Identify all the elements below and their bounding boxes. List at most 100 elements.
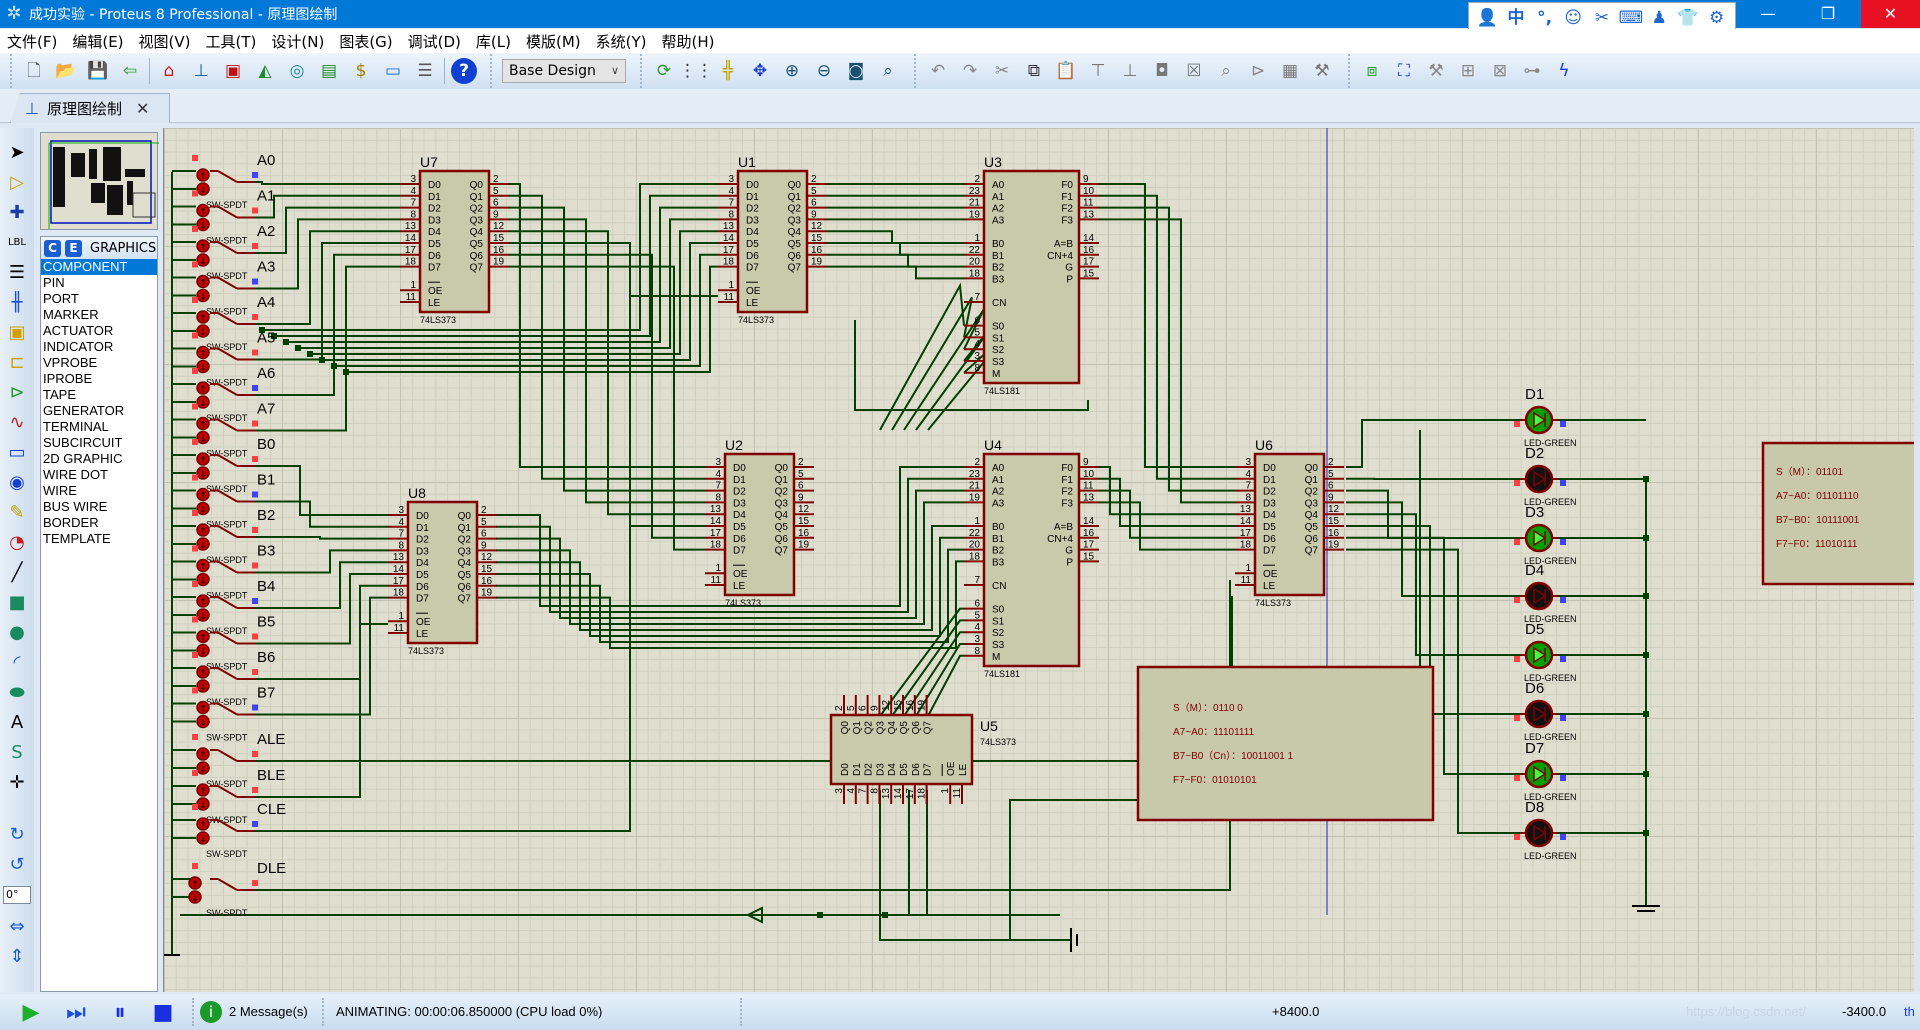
panel-item-terminal[interactable]: TERMINAL [41, 419, 157, 435]
switch-lever[interactable] [217, 878, 238, 891]
source-code-icon[interactable]: ▭ [380, 58, 406, 84]
probe-icon[interactable]: ✎ [4, 500, 30, 526]
zoom-all-icon[interactable]: ◙ [843, 58, 869, 84]
wire[interactable] [255, 230, 400, 325]
pause-icon[interactable]: ⏸ [107, 1000, 133, 1026]
wire[interactable] [298, 218, 718, 349]
zoom-in-icon[interactable]: ⊕ [779, 58, 805, 84]
menu-item[interactable]: 调试(D) [401, 31, 469, 52]
panel-item-template[interactable]: TEMPLATE [41, 531, 157, 547]
panel-item-tape[interactable]: TAPE [41, 387, 157, 403]
scissors-icon[interactable]: ✂ [1590, 6, 1614, 30]
selection-mode-icon[interactable]: ➤ [4, 140, 30, 166]
3d-viewer-icon[interactable]: ◭ [252, 58, 278, 84]
chip-u5[interactable]: D0 3 D1 4 D2 7 D3 8 D4 13 D5 14 D6 17 D7 18 OE 1 LE 11 Q0 2 Q1… [829, 695, 974, 804]
new-sheet-icon[interactable]: ⊞ [1455, 58, 1481, 84]
block-rotate-icon[interactable]: ◘ [1149, 58, 1175, 84]
home-icon[interactable]: ⌂ [156, 58, 182, 84]
zoom-area-icon[interactable]: ⌕ [875, 58, 901, 84]
device-pins-icon[interactable]: ⊳ [4, 380, 30, 406]
minimize-button[interactable]: — [1745, 0, 1791, 28]
bom-icon[interactable]: $ [348, 58, 374, 84]
menu-item[interactable]: 模版(M) [519, 31, 589, 52]
panel-item-actuator[interactable]: ACTUATOR [41, 323, 157, 339]
vertical-scrollbar[interactable] [1914, 128, 1920, 992]
active-popup-icon[interactable]: ▭ [4, 440, 30, 466]
rotate-ccw-icon[interactable]: ↺ [4, 852, 30, 878]
wire-autorouter-icon[interactable]: ⧈ [1359, 58, 1385, 84]
text-script-icon[interactable]: ☰ [4, 260, 30, 286]
text-icon[interactable]: A [4, 710, 30, 736]
wire[interactable] [1099, 206, 1235, 492]
box-icon[interactable]: ■ [4, 590, 30, 616]
panel-item-2d-graphic[interactable]: 2D GRAPHIC [41, 451, 157, 467]
chip-u7[interactable]: D0 3 D1 4 D2 7 D3 8 D4 13 D5 14 D6 17 D7 18 OE 1 LE 11 Q0 2 Q1… [400, 169, 509, 314]
switch-lever[interactable] [217, 170, 238, 183]
wire[interactable] [1099, 194, 1235, 480]
led-d4[interactable]: D4LED-GREEN [1514, 562, 1577, 624]
tray-item[interactable]: 中 [1504, 6, 1528, 30]
led-d1[interactable]: D1LED-GREEN [1514, 386, 1577, 448]
virtual-instruments-icon[interactable]: ◔ [4, 530, 30, 556]
block-copy-icon[interactable]: ⊤ [1085, 58, 1111, 84]
wire[interactable] [1099, 218, 1235, 504]
menu-item[interactable]: 视图(V) [132, 31, 199, 52]
tab-close-button[interactable]: ✕ [136, 99, 149, 118]
switch-lever[interactable] [217, 749, 238, 762]
led-d7[interactable]: D7LED-GREEN [1514, 740, 1577, 802]
menu-item[interactable]: 设计(N) [264, 31, 332, 52]
mirror-horizontal-icon[interactable]: ⇔ [4, 914, 30, 940]
panel-item-component[interactable]: COMPONENT [41, 259, 157, 275]
design-select[interactable]: Base Design ∨ [502, 59, 626, 83]
panel-item-iprobe[interactable]: IPROBE [41, 371, 157, 387]
wire[interactable] [255, 181, 400, 185]
pick-device-icon[interactable]: ⌕ [1213, 58, 1239, 84]
led-d2[interactable]: D2LED-GREEN [1514, 445, 1577, 507]
user-icon[interactable]: 👤 [1475, 6, 1499, 30]
redo-icon[interactable]: ↷ [957, 58, 983, 84]
chip-u6[interactable]: D0 3 D1 4 D2 7 D3 8 D4 13 D5 14 D6 17 D7 18 OE 1 LE 11 Q0 2 Q1… [1235, 452, 1344, 597]
panel-item-border[interactable]: BORDER [41, 515, 157, 531]
close-project-icon[interactable]: ⇦ [117, 58, 143, 84]
menu-item[interactable]: 工具(T) [199, 31, 265, 52]
menu-item[interactable]: 系统(Y) [589, 31, 655, 52]
gear-icon[interactable]: ⚙ [1705, 6, 1729, 30]
tab-schematic[interactable]: ⊥ 原理图绘制 ✕ [10, 93, 170, 123]
c-button[interactable]: C [44, 239, 61, 257]
make-device-icon[interactable]: ⊳ [1245, 58, 1271, 84]
electrical-rule-check-icon[interactable]: ϟ [1551, 58, 1577, 84]
closed-path-icon[interactable]: ⬬ [4, 680, 30, 706]
messages-count[interactable]: 2 Message(s) [229, 1004, 308, 1019]
shirt-icon[interactable]: 👕 [1676, 6, 1700, 30]
wire[interactable] [827, 253, 964, 268]
chip-u1[interactable]: D0 3 D1 4 D2 7 D3 8 D4 13 D5 14 D6 17 D7 18 OE 1 LE 11 Q0 2 Q1… [718, 169, 827, 314]
panel-item-marker[interactable]: MARKER [41, 307, 157, 323]
notes-icon[interactable]: ☰ [412, 58, 438, 84]
menu-item[interactable]: 文件(F) [0, 31, 65, 52]
wire[interactable] [255, 536, 388, 540]
junction-dot-icon[interactable]: ✚ [4, 200, 30, 226]
circle-icon[interactable]: ● [4, 620, 30, 646]
close-button[interactable]: ✕ [1861, 0, 1920, 28]
refresh-icon[interactable]: ⟳ [651, 58, 677, 84]
menu-item[interactable]: 图表(G) [332, 31, 400, 52]
new-icon[interactable]: 🗋 [21, 58, 47, 84]
pcb-icon[interactable]: ▣ [220, 58, 246, 84]
design-explorer-icon[interactable]: ▤ [316, 58, 342, 84]
led-d6[interactable]: D6LED-GREEN [1514, 680, 1577, 742]
buses-icon[interactable]: ╫ [4, 290, 30, 316]
stop-icon[interactable]: ■ [150, 1000, 176, 1026]
panel-item-bus-wire[interactable]: BUS WIRE [41, 499, 157, 515]
panel-item-vprobe[interactable]: VPROBE [41, 355, 157, 371]
graph-icon[interactable]: ∿ [4, 410, 30, 436]
chip-u3[interactable]: A0 2 A1 23 A2 21 A3 19 B0 1 B1 22 B2 20 B3 18 CN 7 S0 6 S1 5 S… [964, 169, 1099, 385]
undo-icon[interactable]: ↶ [925, 58, 951, 84]
rotation-angle-input[interactable]: 0° [3, 886, 31, 904]
note-box[interactable]: S（M）：0110 0 A7~A0：11101111 B7~B0（Cn）：10011… [1136, 665, 1435, 822]
panel-item-wire[interactable]: WIRE [41, 483, 157, 499]
copy-icon[interactable]: ⧉ [1021, 58, 1047, 84]
component-mode-icon[interactable]: ▷ [4, 170, 30, 196]
packaging-icon[interactable]: ▦ [1277, 58, 1303, 84]
terminals-icon[interactable]: ⊏ [4, 350, 30, 376]
tray-item[interactable]: °, [1533, 6, 1557, 30]
